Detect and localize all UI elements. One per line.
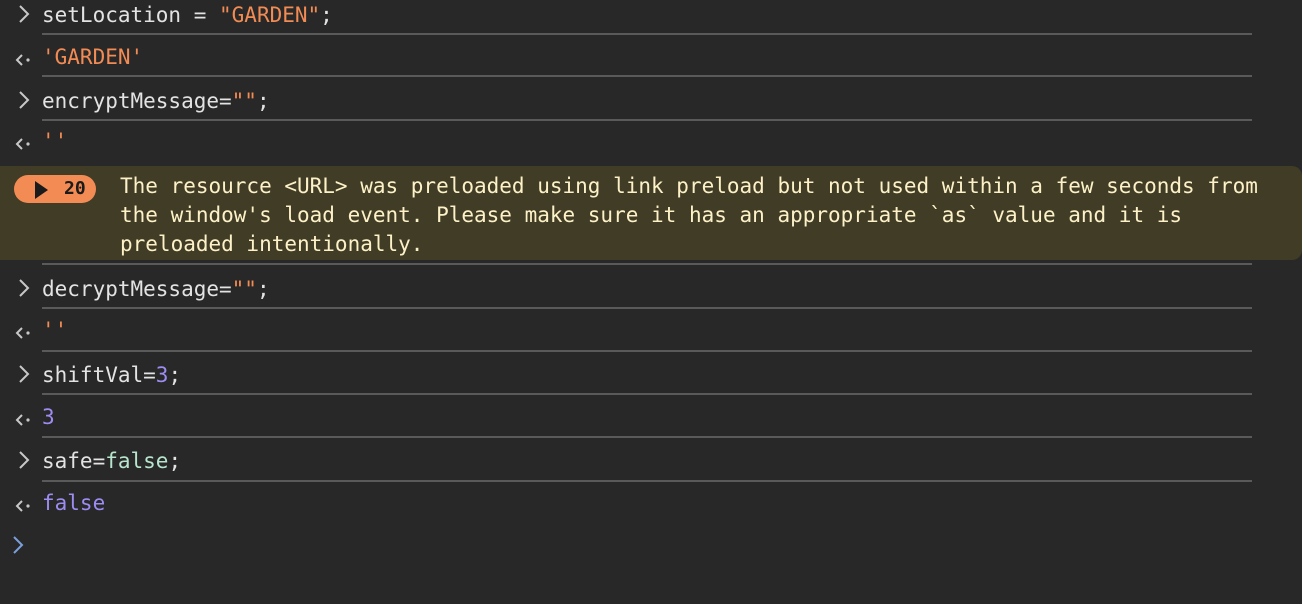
input-code: shiftVal=3;	[42, 361, 181, 389]
input-code: decryptMessage="";	[42, 275, 270, 303]
code-text: decryptMessage=	[42, 277, 232, 301]
input-code: setLocation = "GARDEN";	[42, 1, 333, 29]
boolean-literal: false	[105, 449, 169, 473]
code-punct: ;	[168, 449, 182, 473]
result-arrow-icon	[14, 403, 36, 431]
row-divider	[42, 350, 1252, 352]
row-divider	[42, 436, 1252, 438]
input-chevron-icon	[14, 1, 36, 29]
string-literal: "GARDEN"	[219, 3, 321, 27]
code-text: safe=	[42, 449, 106, 473]
result-arrow-icon	[14, 316, 36, 344]
input-chevron-icon	[14, 275, 36, 303]
expand-triangle-icon	[35, 181, 48, 199]
row-divider	[42, 263, 1252, 265]
result-arrow-icon	[14, 489, 36, 517]
number-literal: 3	[155, 363, 169, 387]
code-punct: ;	[320, 3, 333, 27]
result-value[interactable]: ''	[42, 316, 67, 344]
input-code: safe=false;	[42, 447, 181, 475]
string-literal: ""	[231, 277, 257, 301]
row-divider	[42, 307, 1252, 309]
result-value[interactable]: ''	[42, 127, 67, 155]
code-punct: ;	[256, 277, 270, 301]
prompt-chevron-icon	[13, 536, 24, 554]
input-chevron-icon	[14, 361, 36, 389]
warning-count-badge[interactable]: 20	[14, 175, 96, 203]
row-divider	[42, 393, 1252, 395]
code-punct: ;	[256, 89, 270, 113]
console-prompt-input[interactable]	[10, 534, 32, 567]
row-divider	[42, 75, 1252, 77]
result-value[interactable]: 3	[42, 403, 55, 431]
code-text: encryptMessage=	[42, 89, 232, 113]
code-punct: ;	[168, 363, 182, 387]
result-arrow-icon	[14, 127, 36, 155]
input-chevron-icon	[14, 87, 36, 115]
devtools-console: setLocation = "GARDEN"; 'GARDEN' encrypt…	[0, 0, 1302, 604]
code-text: setLocation =	[42, 3, 220, 27]
row-divider	[42, 119, 1252, 121]
input-chevron-icon	[14, 447, 36, 475]
result-arrow-icon	[14, 43, 36, 71]
input-code: encryptMessage="";	[42, 87, 270, 115]
string-literal: ""	[231, 89, 257, 113]
console-warning-message[interactable]: 20 The resource <URL> was preloaded usin…	[0, 166, 1302, 260]
result-value[interactable]: false	[42, 489, 105, 517]
row-divider	[42, 33, 1252, 35]
warning-count: 20	[64, 178, 86, 199]
code-text: shiftVal=	[42, 363, 156, 387]
warning-text: The resource <URL> was preloaded using l…	[120, 174, 1258, 256]
result-value[interactable]: 'GARDEN'	[42, 43, 143, 71]
row-divider	[42, 480, 1252, 482]
